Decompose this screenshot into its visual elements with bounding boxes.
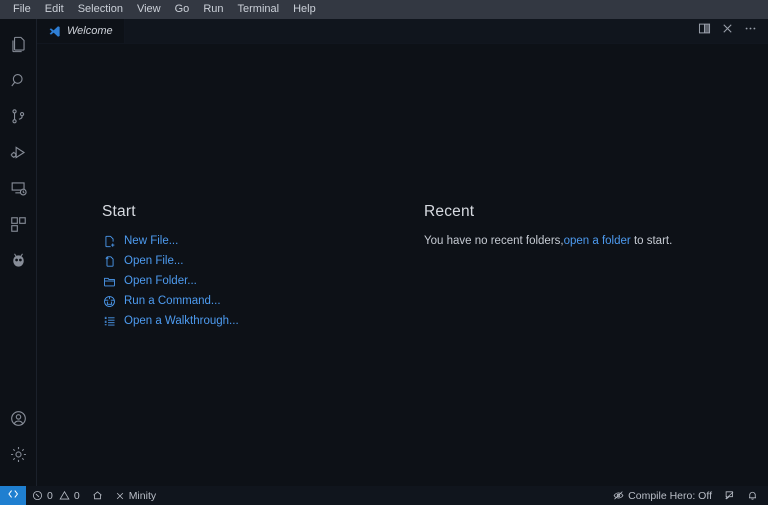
close-editor-button[interactable] bbox=[717, 21, 738, 42]
close-icon bbox=[115, 491, 125, 501]
error-count: 0 bbox=[47, 489, 53, 502]
search-icon bbox=[9, 71, 28, 90]
start-item-open-a-walkthrough[interactable]: Open a Walkthrough... bbox=[102, 313, 424, 329]
feedback-icon bbox=[724, 490, 735, 501]
tab-welcome[interactable]: Welcome bbox=[37, 19, 125, 43]
start-item-label: Run a Command... bbox=[124, 295, 221, 307]
workbench-body: Welcome Start New File... Open File... O… bbox=[0, 19, 768, 486]
folder-icon bbox=[102, 274, 116, 288]
activity-bar-item-accounts[interactable] bbox=[0, 400, 36, 436]
split-editor-icon bbox=[698, 22, 711, 40]
vscode-logo-icon bbox=[47, 24, 61, 38]
menu-go[interactable]: Go bbox=[168, 1, 197, 18]
walkthrough-icon bbox=[102, 314, 116, 328]
welcome-page: Start New File... Open File... Open Fold… bbox=[37, 44, 768, 486]
start-section: Start New File... Open File... Open Fold… bbox=[102, 203, 424, 329]
menu-selection[interactable]: Selection bbox=[71, 1, 130, 18]
activity-bar-item-search[interactable] bbox=[0, 62, 36, 98]
command-icon bbox=[102, 294, 116, 308]
gear-icon bbox=[9, 445, 28, 464]
status-notifications[interactable] bbox=[741, 486, 764, 505]
recent-empty-prefix: You have no recent folders, bbox=[424, 235, 564, 247]
activity-bar-bottom-group bbox=[0, 400, 36, 486]
account-icon bbox=[9, 409, 28, 428]
status-problems[interactable]: 0 0 bbox=[26, 486, 86, 505]
editor-area: Welcome Start New File... Open File... O… bbox=[37, 19, 768, 486]
source-control-icon bbox=[9, 107, 28, 126]
menu-edit[interactable]: Edit bbox=[38, 1, 71, 18]
extensions-icon bbox=[9, 215, 28, 234]
editor-actions bbox=[694, 19, 768, 43]
status-bar-right-group: Compile Hero: Off bbox=[607, 486, 768, 505]
open-file-icon bbox=[102, 254, 116, 268]
activity-bar-item-explorer[interactable] bbox=[0, 26, 36, 62]
status-minify-label: Minity bbox=[128, 489, 157, 502]
bug-icon bbox=[9, 251, 28, 270]
recent-section: Recent You have no recent folders,open a… bbox=[424, 203, 768, 329]
start-item-label: Open a Walkthrough... bbox=[124, 315, 239, 327]
home-icon bbox=[92, 490, 103, 501]
close-icon bbox=[721, 22, 734, 40]
start-list: New File... Open File... Open Folder... … bbox=[102, 233, 424, 329]
activity-bar-item-extensions[interactable] bbox=[0, 206, 36, 242]
start-item-run-a-command[interactable]: Run a Command... bbox=[102, 293, 424, 309]
activity-bar-item-testing[interactable] bbox=[0, 242, 36, 278]
start-item-open-file[interactable]: Open File... bbox=[102, 253, 424, 269]
start-item-new-file[interactable]: New File... bbox=[102, 233, 424, 249]
more-actions-button[interactable] bbox=[740, 21, 761, 42]
start-item-label: Open File... bbox=[124, 255, 184, 267]
split-editor-button[interactable] bbox=[694, 21, 715, 42]
menu-view[interactable]: View bbox=[130, 1, 168, 18]
status-remote-indicator[interactable] bbox=[0, 486, 26, 505]
more-actions-icon bbox=[744, 22, 757, 40]
remote-window-icon bbox=[7, 488, 19, 503]
tab-strip-spacer bbox=[125, 19, 694, 43]
start-item-label: Open Folder... bbox=[124, 275, 197, 287]
activity-bar-item-manage[interactable] bbox=[0, 436, 36, 472]
vscode-window: File Edit Selection View Go Run Terminal… bbox=[0, 0, 768, 505]
recent-empty-suffix: to start. bbox=[633, 235, 673, 247]
welcome-columns: Start New File... Open File... Open Fold… bbox=[37, 44, 768, 329]
activity-bar bbox=[0, 19, 37, 486]
bell-icon bbox=[747, 490, 758, 501]
status-feedback[interactable] bbox=[718, 486, 741, 505]
menu-help[interactable]: Help bbox=[286, 1, 323, 18]
activity-bar-item-remote-explorer[interactable] bbox=[0, 170, 36, 206]
start-title: Start bbox=[102, 203, 136, 220]
error-icon bbox=[32, 490, 43, 501]
menu-file[interactable]: File bbox=[6, 1, 38, 18]
tab-label: Welcome bbox=[67, 25, 113, 37]
status-bar: 0 0 Minity Compile Hero: Off bbox=[0, 486, 768, 505]
run-and-debug-icon bbox=[9, 143, 28, 162]
start-item-open-folder[interactable]: Open Folder... bbox=[102, 273, 424, 289]
activity-bar-item-source-control[interactable] bbox=[0, 98, 36, 134]
compile-hero-icon bbox=[613, 490, 624, 501]
recent-empty-message: You have no recent folders,open a folder… bbox=[424, 233, 768, 249]
status-minify[interactable]: Minity bbox=[109, 486, 162, 505]
menu-terminal[interactable]: Terminal bbox=[231, 1, 287, 18]
status-bar-spacer bbox=[162, 486, 607, 505]
activity-bar-item-run-and-debug[interactable] bbox=[0, 134, 36, 170]
menu-run[interactable]: Run bbox=[196, 1, 230, 18]
warning-count: 0 bbox=[73, 489, 80, 502]
editor-tab-strip: Welcome bbox=[37, 19, 768, 44]
recent-title: Recent bbox=[424, 203, 475, 220]
explorer-icon bbox=[9, 35, 28, 54]
activity-bar-top-group bbox=[0, 19, 36, 278]
status-home[interactable] bbox=[86, 486, 109, 505]
remote-explorer-icon bbox=[9, 179, 28, 198]
warning-icon bbox=[59, 490, 70, 501]
open-a-folder-link[interactable]: open a folder bbox=[564, 235, 631, 247]
title-bar: File Edit Selection View Go Run Terminal… bbox=[0, 0, 768, 19]
status-compile-hero-label: Compile Hero: Off bbox=[628, 489, 712, 502]
new-file-icon bbox=[102, 234, 116, 248]
status-compile-hero[interactable]: Compile Hero: Off bbox=[607, 486, 718, 505]
start-item-label: New File... bbox=[124, 235, 179, 247]
